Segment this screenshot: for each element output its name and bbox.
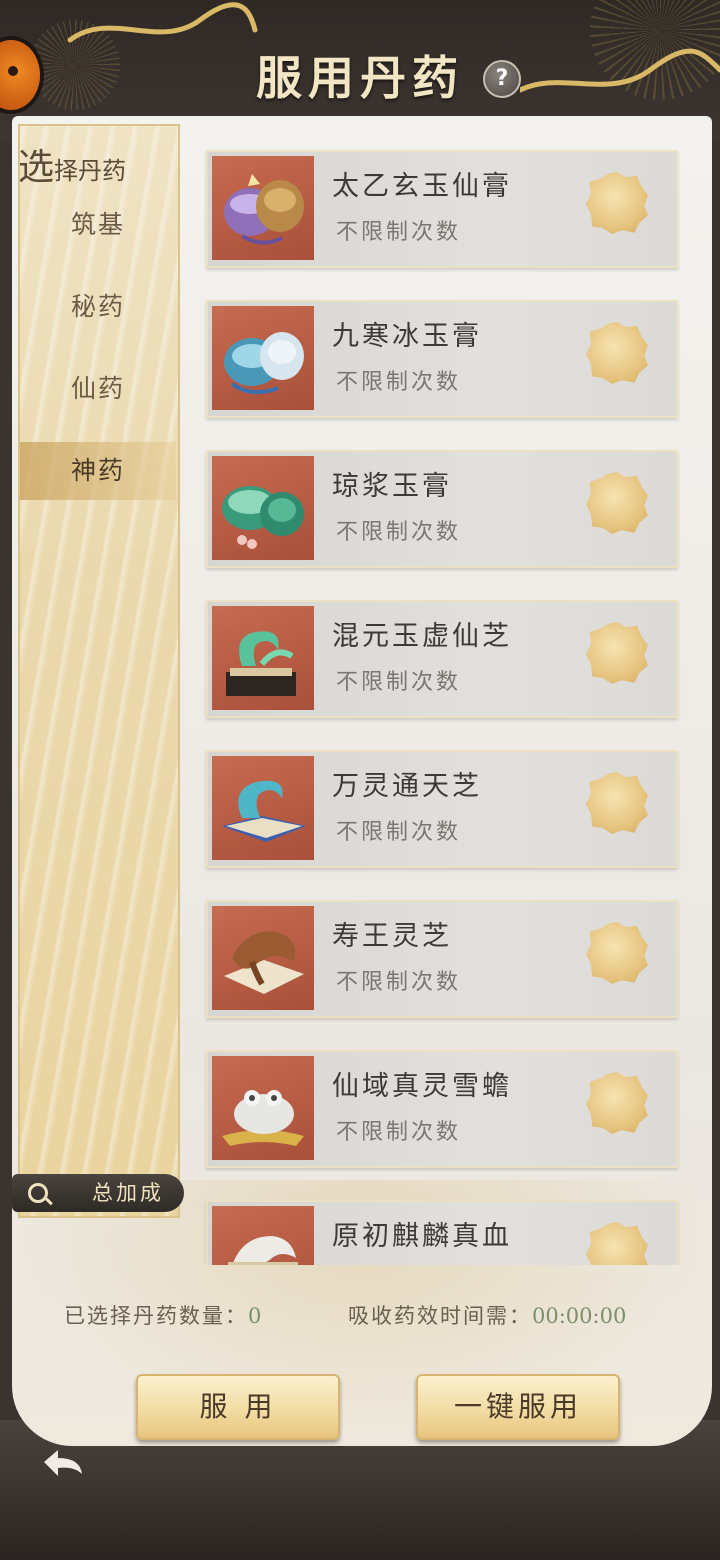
take-button[interactable]: 服 用	[136, 1374, 340, 1440]
medicine-limit: 不限制次数	[336, 970, 462, 995]
page-title: 服用丹药	[256, 51, 464, 105]
sidebar-item-xianyao[interactable]: 仙药	[20, 360, 176, 418]
select-checkbox[interactable]	[586, 922, 648, 984]
absorb-time: 吸收药效时间需：00:00:00	[348, 1300, 626, 1330]
selected-count-value: 0	[248, 1304, 262, 1328]
medicine-card[interactable]: 仙域真灵雪蟾 不限制次数	[206, 1050, 678, 1168]
blue-fungus-icon	[212, 756, 314, 860]
medicine-card[interactable]: 寿王灵芝 不限制次数	[206, 900, 678, 1018]
medicine-name: 万灵通天芝	[332, 771, 482, 802]
jade-fungus-icon	[212, 606, 314, 710]
medicine-limit: 不限制次数	[336, 820, 462, 845]
sidebar-heading-first: 选	[18, 147, 55, 188]
medicine-card[interactable]: 混元玉虚仙芝 不限制次数	[206, 600, 678, 718]
medicine-name: 寿王灵芝	[332, 921, 452, 952]
sidebar-heading-rest: 择丹药	[54, 157, 127, 185]
selected-count: 已选择丹药数量：0	[64, 1300, 261, 1330]
medicine-name: 琼浆玉膏	[332, 471, 452, 502]
search-icon	[28, 1183, 48, 1203]
sidebar-item-zhuji[interactable]: 筑基	[20, 196, 176, 254]
sidebar-item-miyao[interactable]: 秘药	[20, 278, 176, 336]
medicine-name: 混元玉虚仙芝	[332, 621, 512, 652]
select-checkbox[interactable]	[586, 1222, 648, 1265]
select-checkbox[interactable]	[586, 322, 648, 384]
help-button[interactable]: ?	[483, 60, 521, 98]
absorb-time-value: 00:00:00	[532, 1304, 627, 1328]
medicine-name: 仙域真灵雪蟾	[332, 1071, 512, 1102]
sidebar-item-shenyao[interactable]: 神药	[20, 442, 176, 500]
medicine-card[interactable]: 琼浆玉膏 不限制次数	[206, 450, 678, 568]
medicine-card[interactable]: 太乙玄玉仙膏 不限制次数	[206, 150, 678, 268]
take-all-button[interactable]: 一键服用	[416, 1374, 620, 1440]
sidebar-heading: 选择丹药	[18, 138, 126, 190]
jar-with-lid-icon	[212, 156, 314, 260]
medicine-card[interactable]: 万灵通天芝 不限制次数	[206, 750, 678, 868]
select-checkbox[interactable]	[586, 622, 648, 684]
medicine-list[interactable]: 太乙玄玉仙膏 不限制次数 九寒冰玉膏 不限制次数 琼浆玉膏 不限制次数 混元玉虚…	[190, 140, 690, 1265]
medicine-card[interactable]: 原初麒麟真血	[206, 1200, 678, 1265]
medicine-limit: 不限制次数	[336, 670, 462, 695]
medicine-limit: 不限制次数	[336, 370, 462, 395]
medicine-limit: 不限制次数	[336, 220, 462, 245]
medicine-name: 原初麒麟真血	[332, 1221, 512, 1252]
blue-jar-icon	[212, 306, 314, 410]
total-bonus-button[interactable]: 总加成	[12, 1174, 184, 1212]
medicine-name: 太乙玄玉仙膏	[332, 171, 512, 202]
select-checkbox[interactable]	[586, 172, 648, 234]
medicine-limit: 不限制次数	[336, 1120, 462, 1145]
medicine-limit: 不限制次数	[336, 520, 462, 545]
qilin-icon	[212, 1206, 314, 1265]
medicine-card[interactable]: 九寒冰玉膏 不限制次数	[206, 300, 678, 418]
back-arrow-icon[interactable]	[38, 1446, 86, 1482]
select-checkbox[interactable]	[586, 1072, 648, 1134]
select-checkbox[interactable]	[586, 472, 648, 534]
medicine-name: 九寒冰玉膏	[332, 321, 482, 352]
green-jar-icon	[212, 456, 314, 560]
lingzhi-icon	[212, 906, 314, 1010]
selected-count-label: 已选择丹药数量：	[64, 1304, 248, 1328]
snow-toad-icon	[212, 1056, 314, 1160]
absorb-time-label: 吸收药效时间需：	[348, 1304, 532, 1328]
total-bonus-label: 总加成	[92, 1181, 164, 1205]
select-checkbox[interactable]	[586, 772, 648, 834]
